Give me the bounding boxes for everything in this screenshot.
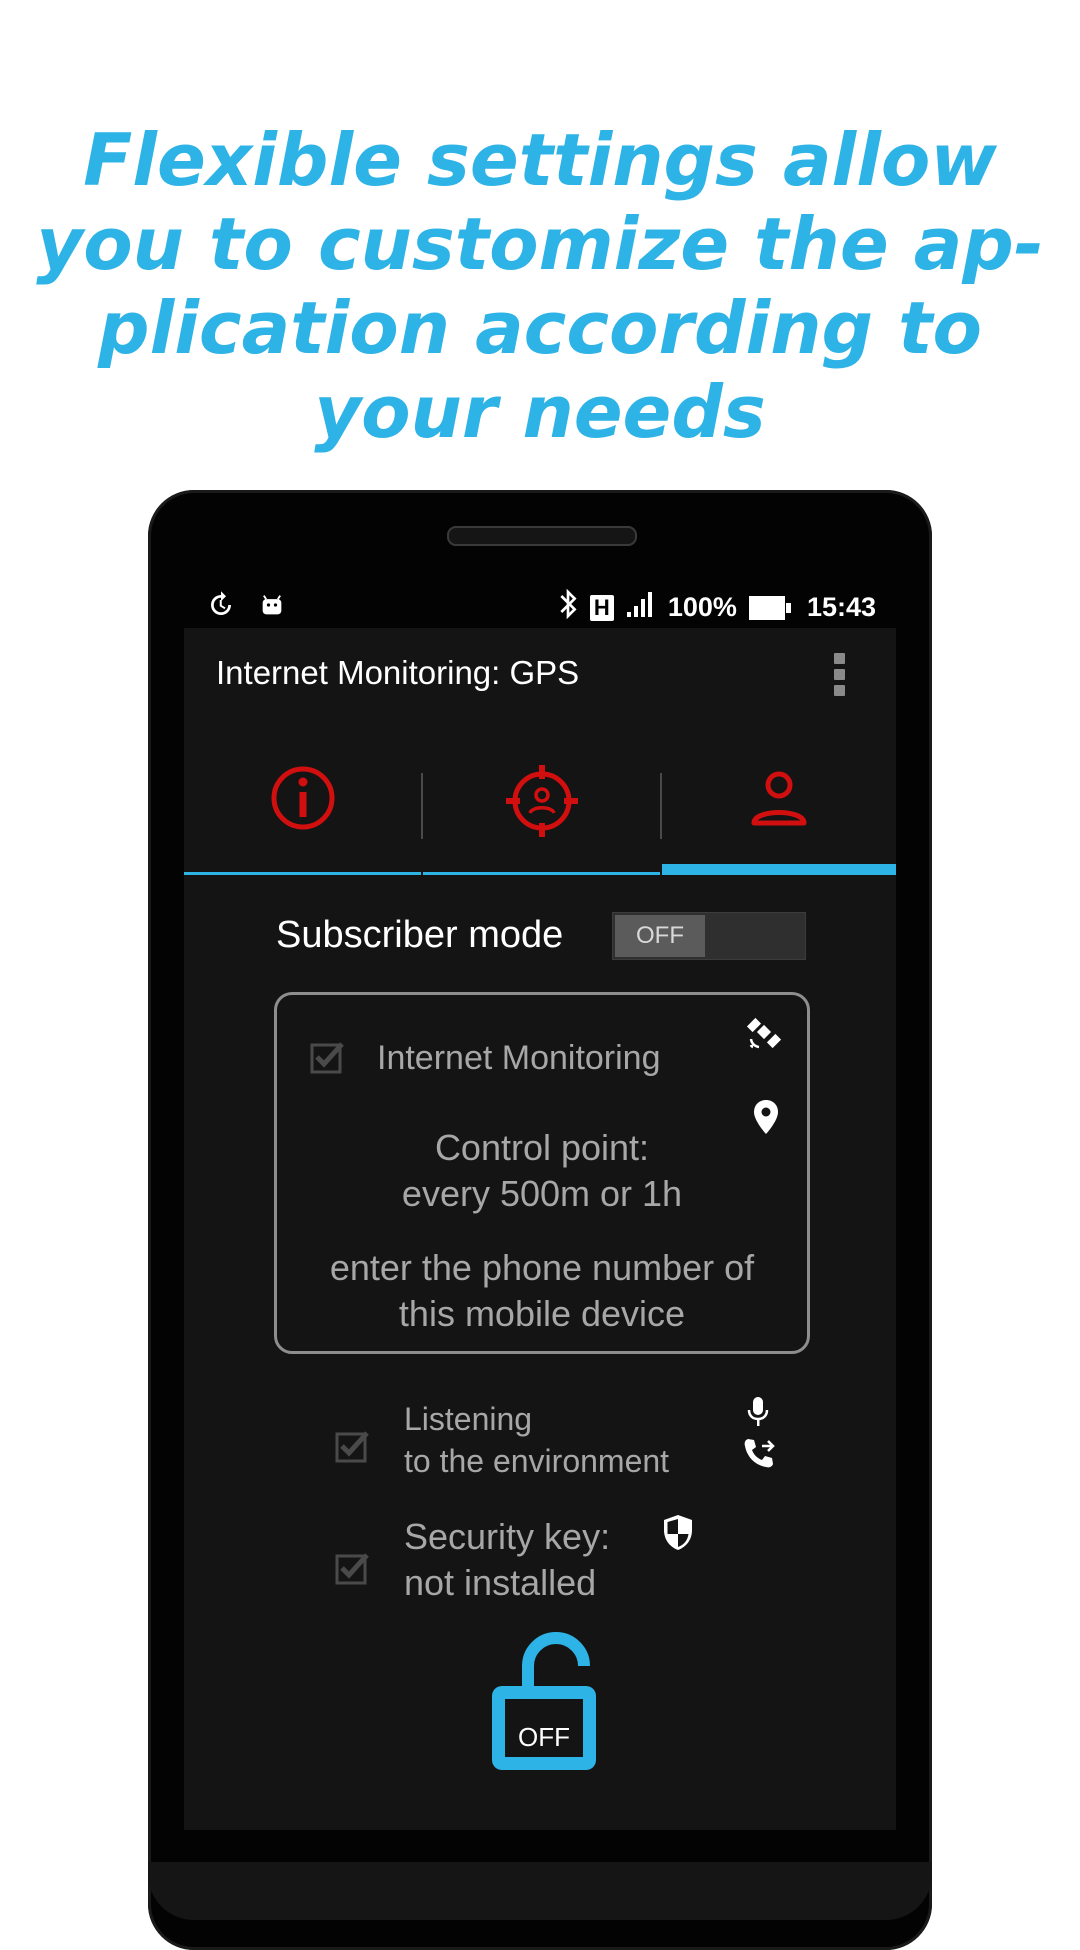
headline: Flexible settings allow you to customize… [0,118,1080,454]
microphone-icon [747,1397,769,1426]
app-screen: Internet Monitoring: GPS Subscriber mode… [184,628,896,1830]
security-key-option: Security key: not installed [334,1514,834,1614]
phone-bottom-bezel [148,1862,932,1920]
subscriber-mode-label: Subscriber mode [276,914,564,956]
internet-monitoring-checkbox[interactable] [309,1037,347,1075]
control-point-value: every 500m or 1h [401,1173,683,1214]
battery-icon [748,595,791,620]
phone-number-hint-line-2: this mobile device [398,1293,686,1334]
android-icon [258,590,286,625]
headline-line-1: Flexible settings allow [83,118,997,202]
tab-info[interactable] [184,753,421,875]
listening-option: Listening to the environment [334,1396,834,1486]
tab-subscriber[interactable] [662,753,896,875]
listening-label-line-1: Listening [404,1401,533,1437]
listening-label: Listening to the environment [404,1398,669,1482]
lock-state-label: OFF [518,1722,570,1752]
headline-line-2: you to customize the ap- [36,202,1044,286]
person-icon [751,771,807,826]
security-key-label: Security key: not installed [404,1514,610,1606]
status-bar: H 100% 15:43 [184,580,896,628]
listening-label-line-2: to the environment [404,1443,670,1479]
tab-tracking[interactable] [423,753,660,875]
shield-icon [664,1515,692,1550]
tab-tracking-indicator [423,872,660,875]
internet-monitoring-card: Internet Monitoring Control point: every… [274,992,810,1354]
phone-number-hint-line-1: enter the phone number of [329,1247,755,1288]
security-key-label-line-2: not installed [404,1562,597,1603]
tab-info-indicator [184,872,421,875]
subscriber-mode-toggle[interactable]: OFF [612,912,806,960]
network-type-badge: H [589,594,614,621]
satellite-icon [747,1017,782,1049]
signal-icon [626,590,656,625]
tab-subscriber-indicator [662,864,896,875]
toggle-knob: OFF [615,915,705,957]
call-forward-icon [744,1439,775,1468]
headline-line-4: your needs [314,370,766,454]
bluetooth-icon [558,588,578,627]
clock: 15:43 [806,592,876,622]
battery-percent: 100% [667,592,737,622]
tab-bar [184,753,896,875]
control-point-text: Control point: every 500m or 1h [277,1125,807,1217]
headline-line-3: plication according to [98,286,982,370]
sync-icon [206,590,236,625]
app-title: Internet Monitoring: GPS [216,654,580,691]
internet-monitoring-title: Internet Monitoring [377,1039,661,1077]
overflow-menu-icon[interactable] [834,653,848,697]
info-icon [271,766,334,830]
phone-speaker [447,526,637,546]
security-key-label-line-1: Security key: [404,1516,611,1557]
lock-button[interactable]: OFF [484,1628,604,1778]
control-point-label: Control point: [434,1127,650,1168]
target-person-icon [505,765,578,837]
phone-number-hint[interactable]: enter the phone number of this mobile de… [277,1245,807,1337]
unlocked-padlock-icon [492,1632,596,1770]
listening-checkbox[interactable] [334,1426,372,1464]
security-key-checkbox[interactable] [334,1548,372,1586]
